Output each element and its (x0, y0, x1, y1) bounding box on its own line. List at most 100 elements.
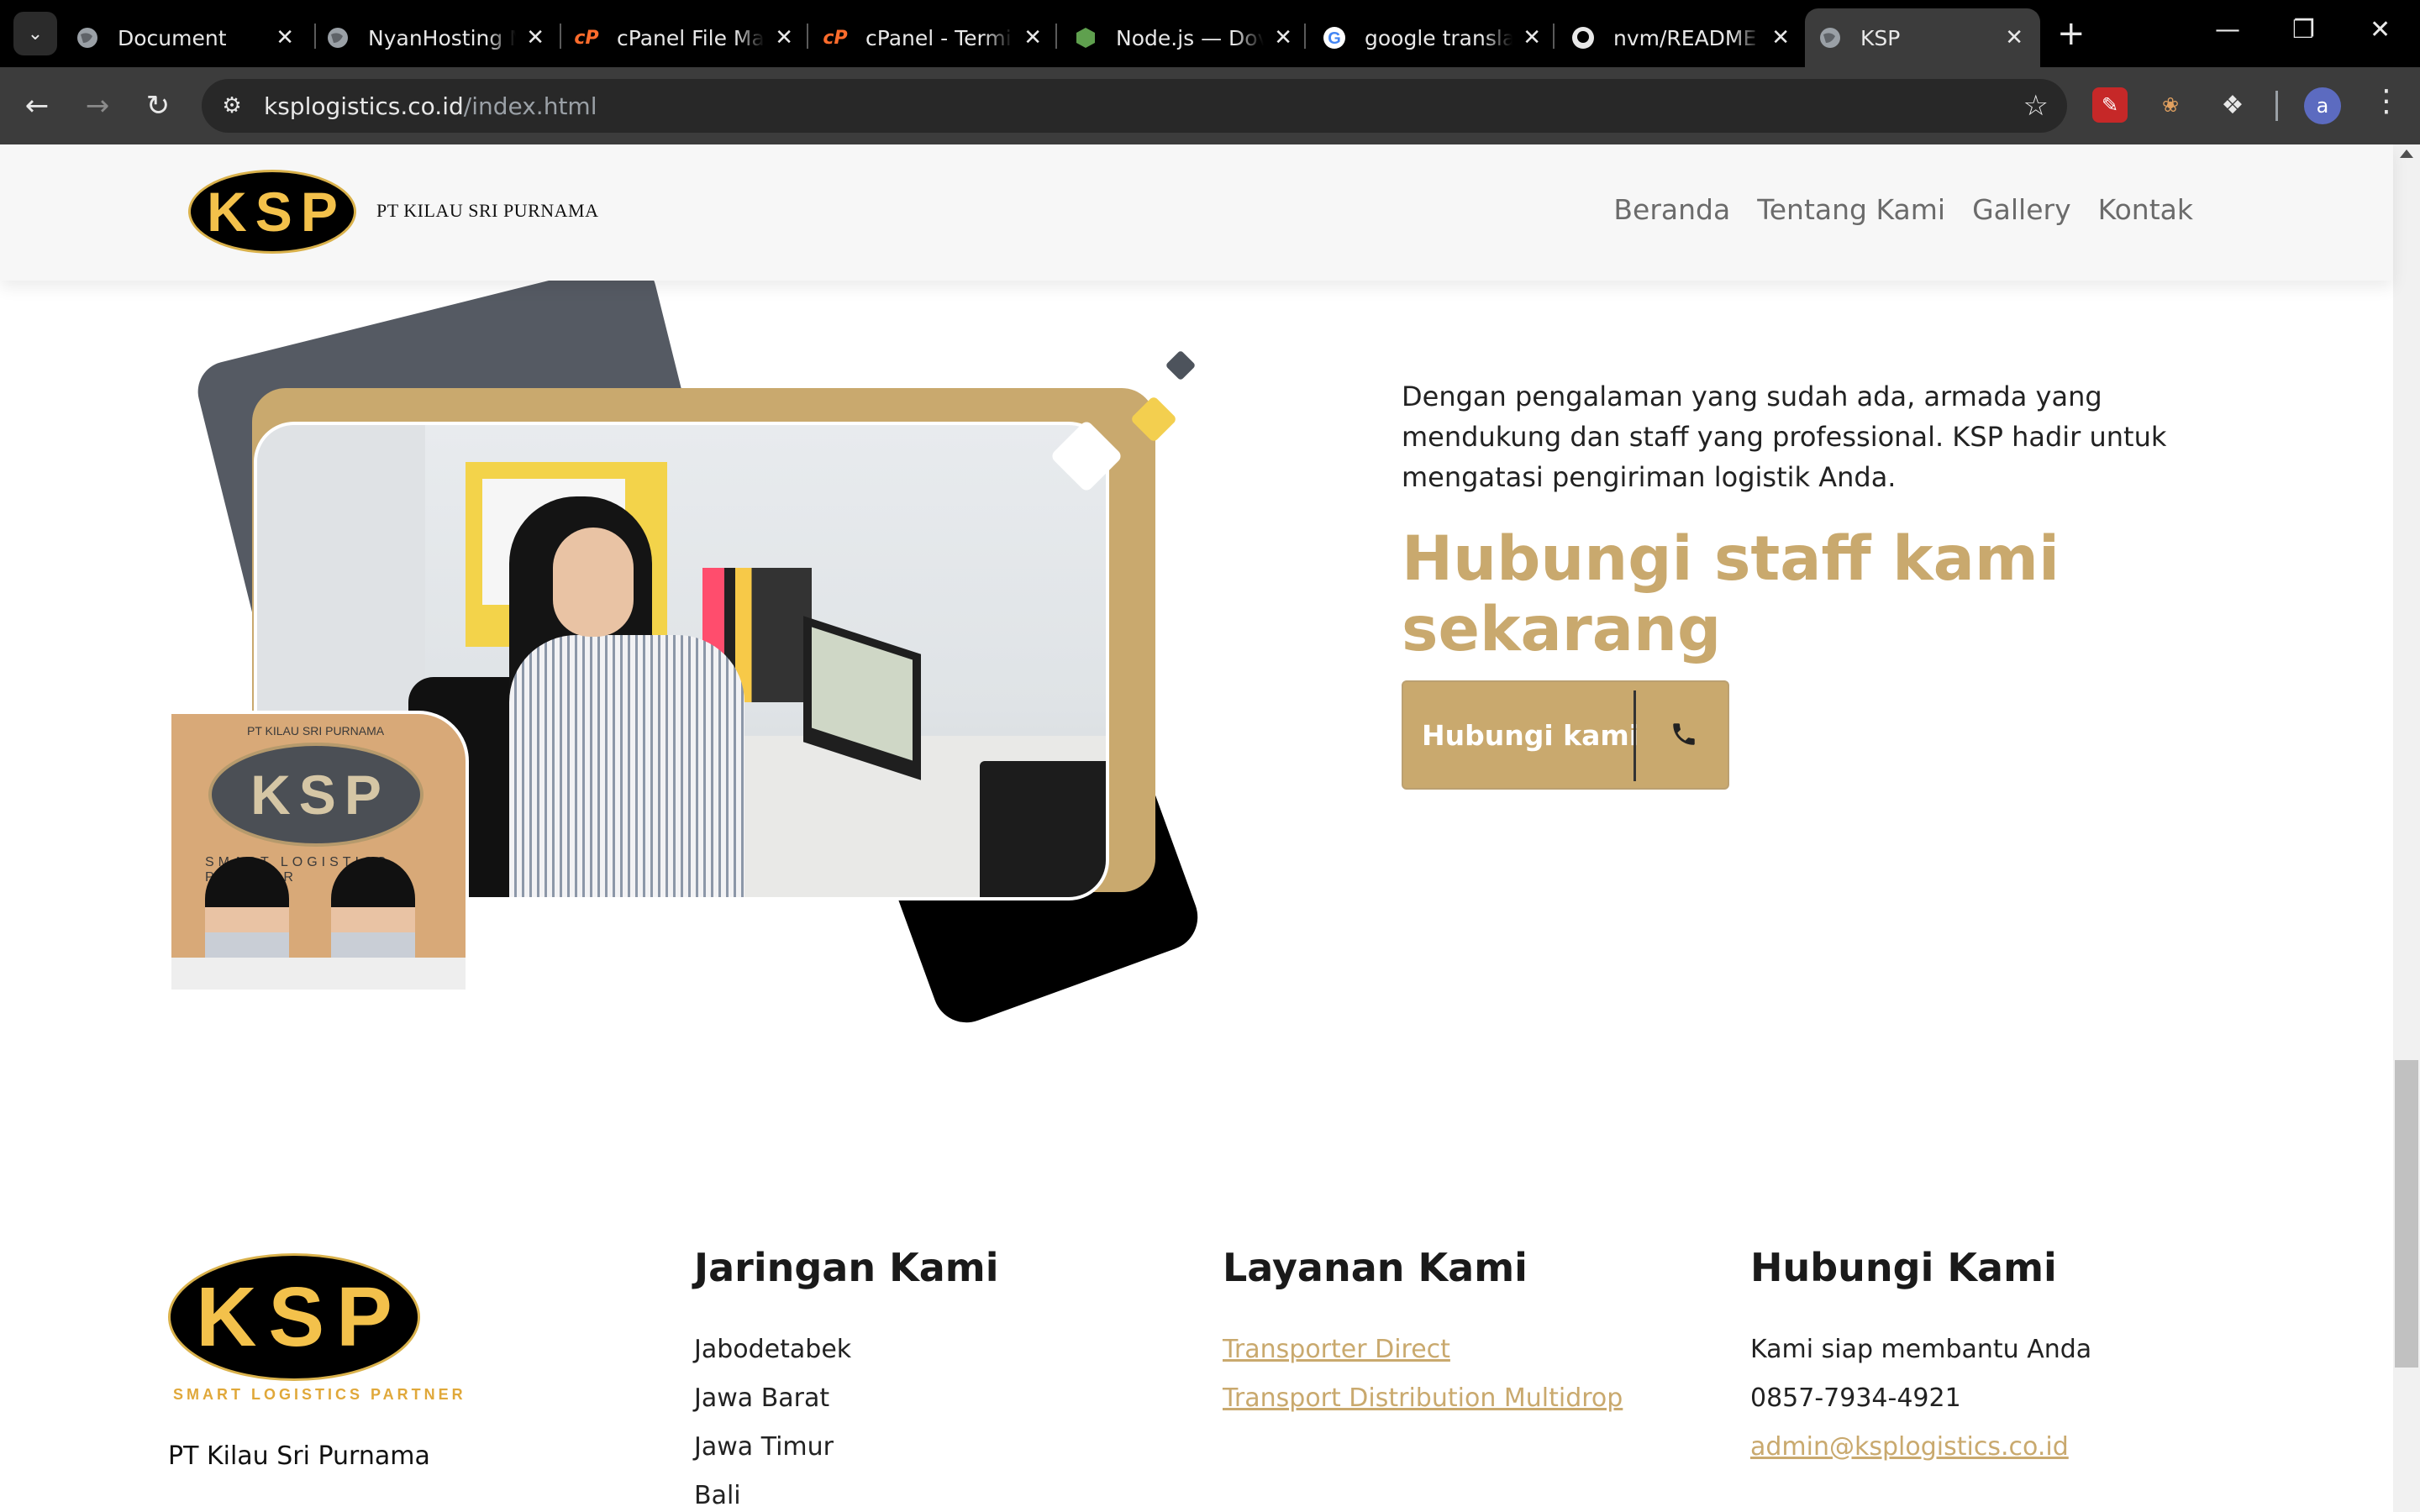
phone-icon (1667, 717, 1701, 751)
contact-email-link[interactable]: admin@ksplogistics.co.id (1750, 1432, 2069, 1462)
footer-heading: Jaringan Kami (694, 1245, 999, 1290)
footer-logo[interactable]: KSP (168, 1253, 420, 1381)
scrollbar[interactable] (2393, 144, 2420, 1512)
google-icon: G (1323, 26, 1346, 50)
button-divider (1634, 690, 1636, 781)
tab-title: Document (118, 25, 227, 50)
site-info-icon[interactable]: ⚙ (217, 91, 247, 121)
nav-link-kontak[interactable]: Kontak (2098, 193, 2193, 226)
menu-kebab-icon[interactable]: ⋮ (2371, 84, 2402, 118)
restore-icon[interactable]: ❐ (2292, 15, 2315, 45)
footer-heading: Layanan Kami (1223, 1245, 1528, 1290)
tab-google-translate[interactable]: G google transla ✕ (1323, 8, 1558, 67)
tab-cpanel-file-manager[interactable]: cP cPanel File Ma ✕ (574, 8, 810, 67)
tab-title: nvm/README (1613, 25, 1757, 50)
toolbar-divider (2275, 91, 2278, 121)
contact-tagline: Kami siap membantu Anda (1750, 1335, 2092, 1364)
footer-heading: Hubungi Kami (1750, 1245, 2057, 1290)
cookie-extension-icon[interactable]: ❀ (2153, 87, 2188, 123)
browser-toolbar: ← → ↻ ⚙ ksplogistics.co.id/index.html ☆ … (0, 67, 2420, 144)
contact-button[interactable]: Hubungi kami (1402, 680, 1729, 790)
bookmark-star-icon[interactable]: ☆ (2023, 89, 2049, 123)
tab-title: google transla (1365, 25, 1512, 50)
browser-tab-bar: ⌄ Document ✕ NyanHosting M ✕ cP cPanel F… (0, 0, 2420, 67)
footer-logo-tagline: SMART LOGISTICS PARTNER (173, 1386, 466, 1403)
contact-phone: 0857-7934-4921 (1750, 1383, 1961, 1413)
list-item: Jabodetabek (694, 1335, 852, 1364)
site-logo[interactable]: KSP (188, 170, 356, 254)
tab-divider (1553, 24, 1555, 49)
globe-icon (326, 26, 350, 50)
tab-title: KSP (1860, 25, 1901, 50)
close-icon[interactable]: ✕ (1523, 27, 1541, 49)
close-icon[interactable]: ✕ (775, 27, 793, 49)
avatar[interactable]: a (2304, 87, 2341, 124)
close-icon[interactable]: ✕ (2005, 27, 2023, 49)
extensions-puzzle-icon[interactable]: ❖ (2215, 87, 2250, 123)
address-bar[interactable]: ⚙ ksplogistics.co.id/index.html ☆ (202, 79, 2067, 133)
footer-company-name: PT Kilau Sri Purnama (168, 1441, 430, 1471)
intro-text: Dengan pengalaman yang sudah ada, armada… (1402, 381, 2167, 493)
decorative-diamond (1165, 349, 1197, 381)
tab-title: NyanHosting M (368, 25, 516, 50)
tab-title: Node.js — Dov (1116, 25, 1264, 50)
reception-photo: PT KILAU SRI PURNAMA KSP SMART LOGISTICS… (168, 711, 469, 993)
list-item: Bali (694, 1481, 741, 1510)
tab-cpanel-terminal[interactable]: cP cPanel - Termi ✕ (823, 8, 1059, 67)
close-icon[interactable]: ✕ (276, 27, 294, 49)
globe-icon (1818, 26, 1842, 50)
close-icon[interactable]: ✕ (1274, 27, 1292, 49)
footer-network: Jaringan Kami Jabodetabek Jawa Barat Jaw… (694, 1245, 998, 1512)
cta-heading: Hubungi staff kami sekarang (1402, 523, 2060, 665)
list-item: Jawa Barat (694, 1383, 830, 1413)
brand-name: PT KILAU SRI PURNAMA (376, 200, 599, 221)
tab-title: cPanel File Ma (617, 25, 765, 50)
cpanel-icon: cP (574, 27, 599, 49)
nodejs-icon (1074, 26, 1097, 50)
tab-divider (314, 24, 316, 49)
reload-button[interactable]: ↻ (138, 86, 178, 126)
back-button[interactable]: ← (17, 86, 57, 126)
reload-icon: ↻ (145, 89, 171, 123)
nav-link-tentang-kami[interactable]: Tentang Kami (1757, 193, 1945, 226)
tab-divider (807, 24, 808, 49)
extension-icon[interactable]: ✎ (2092, 87, 2128, 123)
tab-nodejs[interactable]: Node.js — Dov ✕ (1074, 8, 1309, 67)
tab-document[interactable]: Document ✕ (76, 8, 311, 67)
contact-button-label: Hubungi kami (1422, 718, 1639, 752)
svg-text:G: G (1328, 29, 1341, 48)
new-tab-button[interactable]: + (2057, 17, 2086, 50)
scrollbar-thumb[interactable] (2395, 1060, 2418, 1368)
service-link-transporter-direct[interactable]: Transporter Direct (1223, 1335, 1450, 1364)
close-icon[interactable]: ✕ (1023, 27, 1042, 49)
photo-caption-top: PT KILAU SRI PURNAMA (247, 724, 385, 738)
tab-ksp[interactable]: KSP ✕ (1805, 8, 2040, 67)
tab-divider (560, 24, 561, 49)
main-nav: Beranda Tentang Kami Gallery Kontak (1613, 193, 2193, 226)
service-link-distribution-multidrop[interactable]: Transport Distribution Multidrop (1223, 1383, 1623, 1413)
url-text[interactable]: ksplogistics.co.id/index.html (264, 92, 597, 120)
cpanel-icon: cP (823, 27, 848, 49)
tab-nyanhosting[interactable]: NyanHosting M ✕ (326, 8, 561, 67)
footer-contact: Hubungi Kami Kami siap membantu Anda 085… (1750, 1245, 2091, 1472)
tab-search-button[interactable]: ⌄ (13, 12, 57, 55)
globe-icon (76, 26, 99, 50)
nav-link-beranda[interactable]: Beranda (1613, 193, 1730, 226)
github-icon (1571, 26, 1595, 50)
close-icon[interactable]: ✕ (526, 27, 544, 49)
minimize-icon[interactable]: — (2215, 15, 2240, 45)
photo-logo: KSP (208, 743, 424, 847)
arrow-right-icon: → (85, 89, 110, 123)
tab-divider (1304, 24, 1306, 49)
close-icon[interactable]: ✕ (1771, 27, 1790, 49)
scroll-up-icon[interactable] (2400, 150, 2413, 158)
tab-title: cPanel - Termi (865, 25, 1012, 50)
close-window-icon[interactable]: ✕ (2370, 15, 2391, 45)
forward-button[interactable]: → (77, 86, 118, 126)
list-item: Jawa Timur (694, 1432, 834, 1462)
tab-nvm-readme[interactable]: nvm/README ✕ (1571, 8, 1807, 67)
chevron-down-icon: ⌄ (27, 23, 44, 45)
nav-link-gallery[interactable]: Gallery (1972, 193, 2071, 226)
arrow-left-icon: ← (24, 89, 50, 123)
footer-services: Layanan Kami Transporter Direct Transpor… (1223, 1245, 1623, 1423)
